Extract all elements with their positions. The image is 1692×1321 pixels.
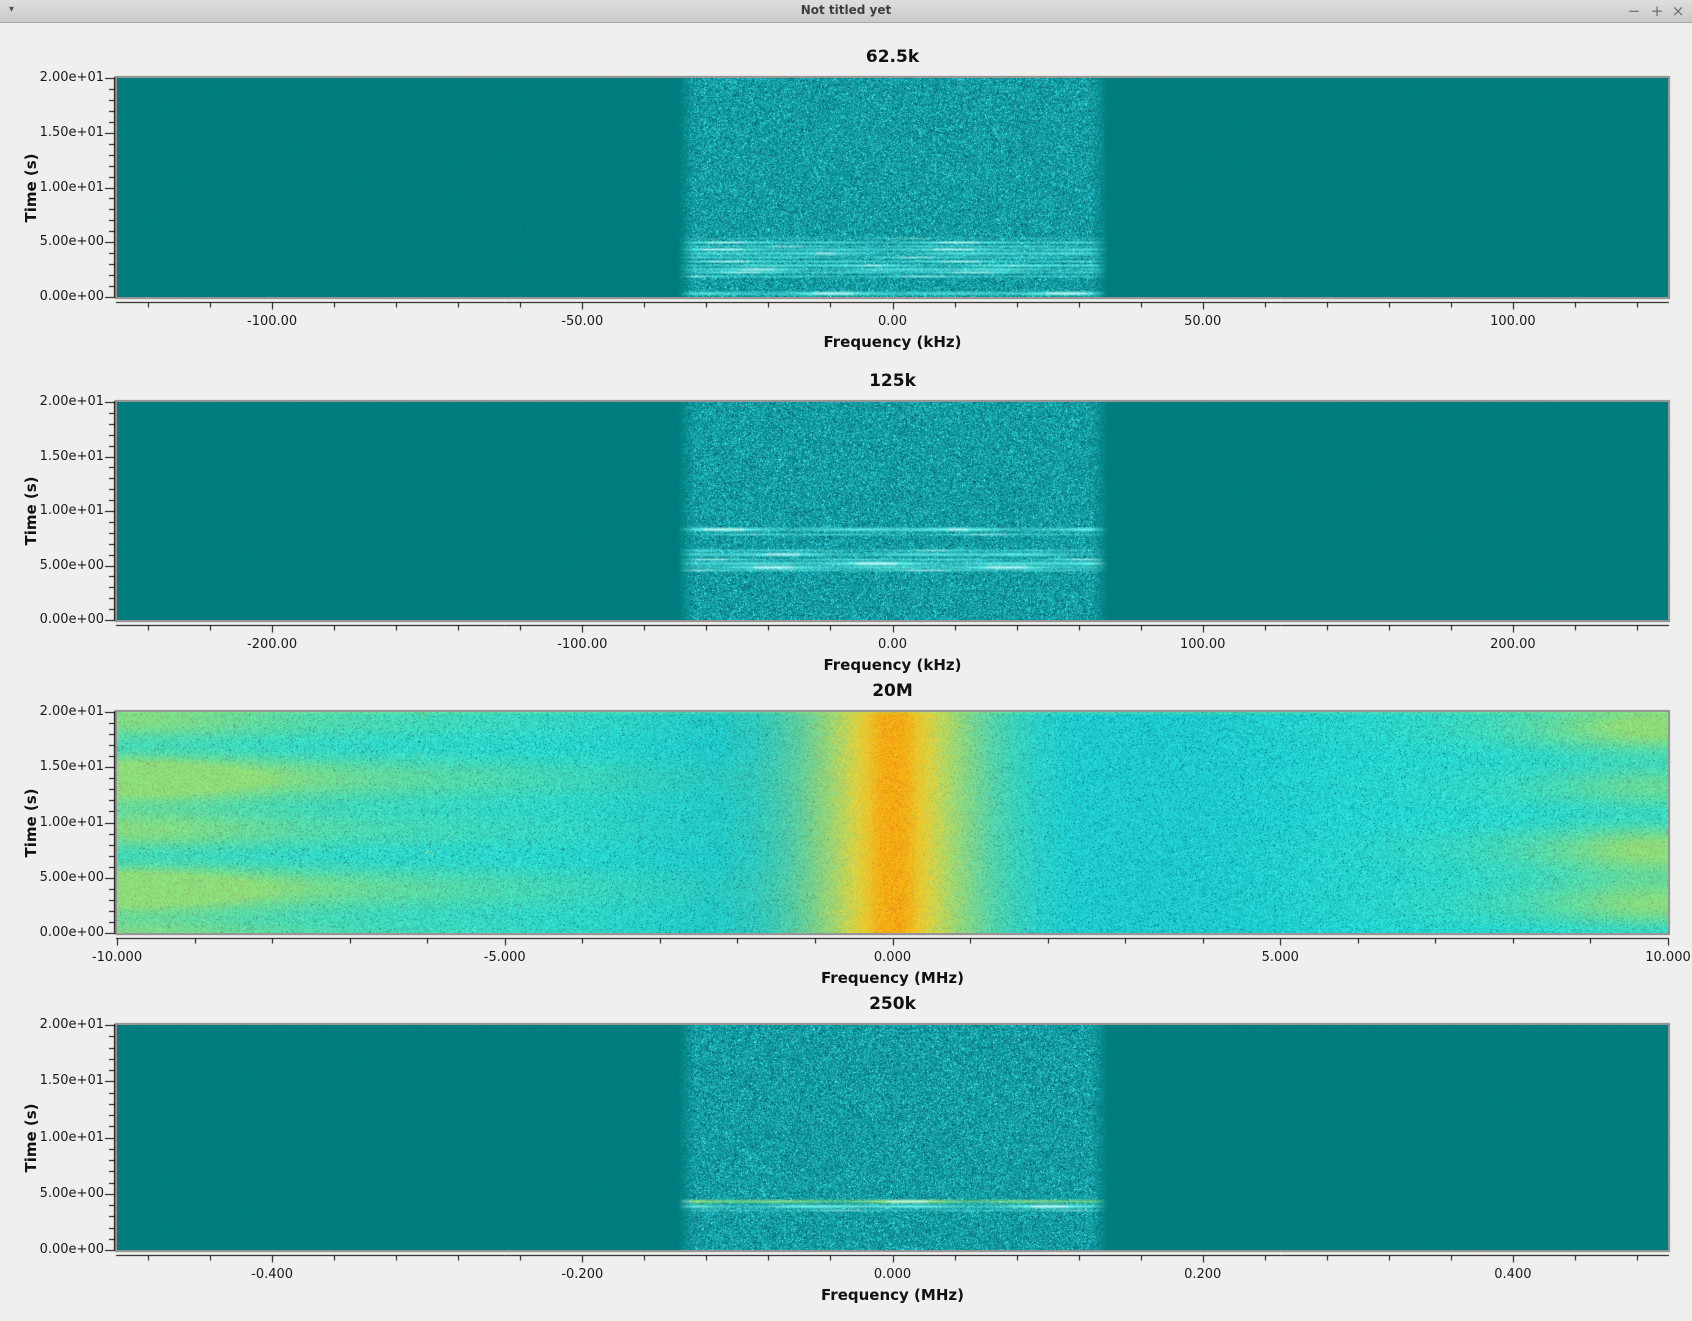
x-axis-label: Frequency (MHz) (117, 1286, 1668, 1304)
x-tick-label: 0.400 (1463, 1267, 1563, 1282)
y-tick-label: 0.00e+00 (38, 289, 104, 304)
waterfall-plot[interactable] (117, 78, 1668, 297)
x-tick-label: 100.00 (1153, 637, 1253, 652)
x-tick-label: 5.000 (1230, 950, 1330, 965)
y-tick-label: 1.50e+01 (38, 759, 104, 774)
y-tick-label: 5.00e+00 (38, 870, 104, 885)
y-tick-label: 1.00e+01 (38, 1130, 104, 1145)
y-tick-label: 1.00e+01 (38, 180, 104, 195)
x-tick-label: -10.000 (67, 950, 167, 965)
y-tick-label: 1.00e+01 (38, 815, 104, 830)
y-tick-label: 0.00e+00 (38, 925, 104, 940)
x-tick-label: -100.00 (532, 637, 632, 652)
x-tick-label: 0.000 (843, 1267, 943, 1282)
x-axis-label: Frequency (kHz) (117, 656, 1668, 674)
y-tick-label: 0.00e+00 (38, 612, 104, 627)
y-tick-label: 2.00e+01 (38, 1017, 104, 1032)
y-tick-label: 5.00e+00 (38, 558, 104, 573)
x-tick-label: 0.00 (843, 637, 943, 652)
y-tick-label: 1.50e+01 (38, 125, 104, 140)
x-tick-label: 50.00 (1153, 314, 1253, 329)
x-tick-label: 0.200 (1153, 1267, 1253, 1282)
x-axis-label: Frequency (MHz) (117, 969, 1668, 987)
y-tick-label: 5.00e+00 (38, 234, 104, 249)
y-tick-label: 2.00e+01 (38, 394, 104, 409)
panel-title: 20M (117, 681, 1668, 701)
app-window: ▾ Not titled yet − + × 62.5k Time (s) 2.… (0, 0, 1692, 1321)
x-tick-label: 10.000 (1618, 950, 1692, 965)
x-tick-label: 200.00 (1463, 637, 1563, 652)
panel-title: 62.5k (117, 47, 1668, 67)
y-tick-label: 1.50e+01 (38, 1073, 104, 1088)
x-tick-label: -50.00 (532, 314, 632, 329)
x-tick-label: 100.00 (1463, 314, 1563, 329)
panel-title: 250k (117, 994, 1668, 1014)
waterfall-plot[interactable] (117, 402, 1668, 620)
y-tick-label: 1.00e+01 (38, 503, 104, 518)
y-tick-label: 1.50e+01 (38, 449, 104, 464)
panel-title: 125k (117, 371, 1668, 391)
y-tick-label: 5.00e+00 (38, 1186, 104, 1201)
x-tick-label: -5.000 (455, 950, 555, 965)
x-tick-label: -100.00 (222, 314, 322, 329)
waterfall-plot[interactable] (117, 1025, 1668, 1250)
x-tick-label: 0.00 (843, 314, 943, 329)
x-axis-label: Frequency (kHz) (117, 333, 1668, 351)
x-tick-label: -200.00 (222, 637, 322, 652)
y-tick-label: 2.00e+01 (38, 704, 104, 719)
y-tick-label: 0.00e+00 (38, 1242, 104, 1257)
x-tick-label: -0.400 (222, 1267, 322, 1282)
x-tick-label: 0.000 (843, 950, 943, 965)
y-tick-label: 2.00e+01 (38, 70, 104, 85)
x-tick-label: -0.200 (532, 1267, 632, 1282)
waterfall-plot[interactable] (117, 712, 1668, 933)
